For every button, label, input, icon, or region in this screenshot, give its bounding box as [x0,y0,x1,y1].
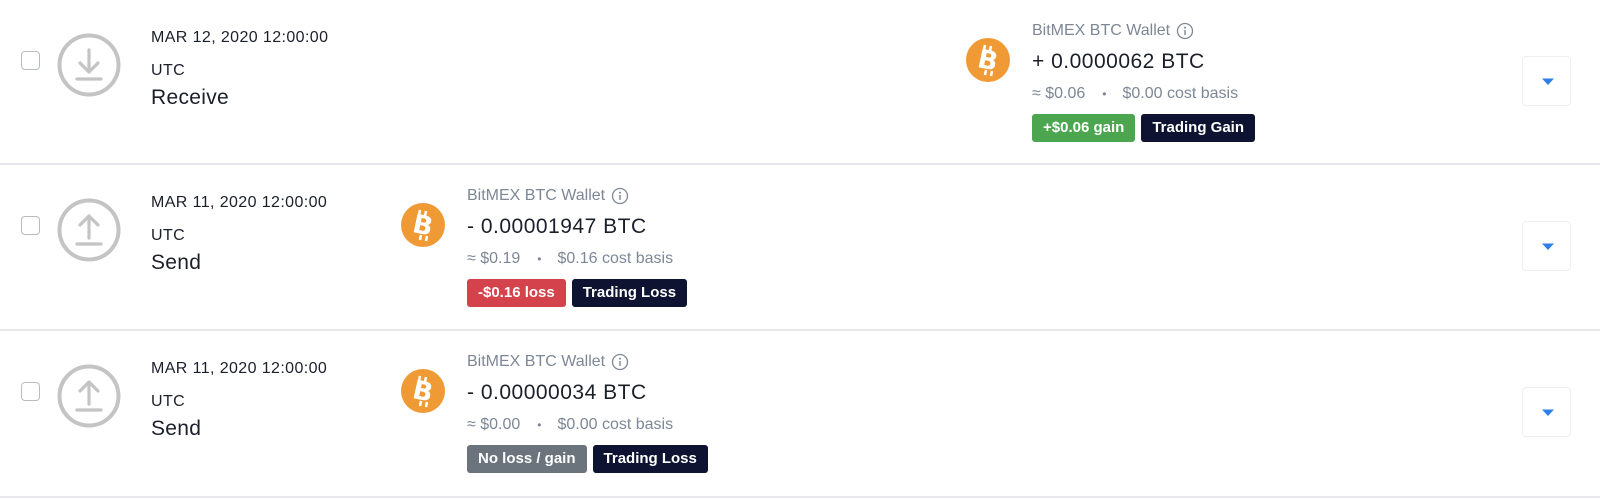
transaction-row: MAR 11, 2020 12:00:00 UTC Send B BitMEX … [0,165,1600,331]
loss-badge: -$0.16 loss [467,279,566,307]
cost-basis: $0.16 cost basis [557,250,674,267]
transaction-details: BitMEX BTC Wallet - 0.00001947 BTC ≈ $0.… [467,185,688,307]
separator: • [1102,87,1107,101]
caret-down-icon [1542,243,1554,250]
transaction-amount: - 0.00000034 BTC [467,381,647,404]
transaction-date: MAR 11, 2020 12:00:00 UTC [151,194,328,244]
tag-badge[interactable]: Trading Loss [592,445,708,473]
select-checkbox[interactable] [21,382,40,401]
caret-down-icon [1542,409,1554,416]
transaction-type: Send [151,251,202,274]
select-checkbox[interactable] [21,51,40,70]
caret-down-icon [1542,78,1554,85]
transaction-row: MAR 11, 2020 12:00:00 UTC Send B BitMEX … [0,331,1600,498]
wallet-name: BitMEX BTC Wallet [467,351,708,373]
info-icon[interactable] [611,353,629,371]
transaction-amount: - 0.00001947 BTC [467,215,647,238]
value-summary: ≈ $0.06 • $0.00 cost basis [1032,83,1255,105]
transaction-row: MAR 12, 2020 12:00:00 UTC Receive B BitM… [0,0,1600,165]
transaction-date: MAR 12, 2020 12:00:00 UTC [151,29,329,79]
badges: No loss / gain Trading Loss [467,445,708,473]
wallet-name: BitMEX BTC Wallet [467,185,687,207]
transaction-amount: + 0.0000062 BTC [1032,50,1205,73]
separator: • [537,418,542,432]
value-summary: ≈ $0.00 • $0.00 cost basis [467,414,708,436]
approx-value: ≈ $0.19 [467,250,521,267]
separator: • [537,252,542,266]
transaction-type: Receive [151,86,229,109]
transaction-details: BitMEX BTC Wallet + 0.0000062 BTC ≈ $0.0… [1032,20,1255,142]
cost-basis: $0.00 cost basis [557,416,674,433]
no-gain-badge: No loss / gain [467,445,587,473]
wallet-label: BitMEX BTC Wallet [1032,22,1171,39]
transaction-list: MAR 12, 2020 12:00:00 UTC Receive B BitM… [0,0,1600,499]
wallet-label: BitMEX BTC Wallet [467,353,606,370]
expand-button[interactable] [1522,387,1571,437]
wallet-name: BitMEX BTC Wallet [1032,20,1255,42]
upload-icon [57,198,121,262]
tag-badge[interactable]: Trading Loss [571,279,688,307]
tag-badge[interactable]: Trading Gain [1141,114,1255,142]
bitcoin-icon: B [401,369,445,413]
cost-basis: $0.00 cost basis [1122,85,1239,102]
transaction-date: MAR 11, 2020 12:00:00 UTC [151,360,328,410]
approx-value: ≈ $0.00 [467,416,521,433]
transaction-type: Send [151,417,202,440]
download-icon [57,33,121,97]
gain-badge: +$0.06 gain [1032,114,1136,142]
expand-button[interactable] [1522,56,1571,106]
wallet-label: BitMEX BTC Wallet [467,187,606,204]
select-checkbox[interactable] [21,216,40,235]
bitcoin-icon: B [401,203,445,247]
info-icon[interactable] [611,187,629,205]
bitcoin-icon: B [966,38,1010,82]
info-icon[interactable] [1176,22,1194,40]
expand-button[interactable] [1522,221,1571,271]
transaction-details: BitMEX BTC Wallet - 0.00000034 BTC ≈ $0.… [467,351,708,473]
approx-value: ≈ $0.06 [1032,85,1086,102]
badges: +$0.06 gain Trading Gain [1032,114,1255,142]
value-summary: ≈ $0.19 • $0.16 cost basis [467,248,687,270]
upload-icon [57,364,121,428]
badges: -$0.16 loss Trading Loss [467,279,688,307]
